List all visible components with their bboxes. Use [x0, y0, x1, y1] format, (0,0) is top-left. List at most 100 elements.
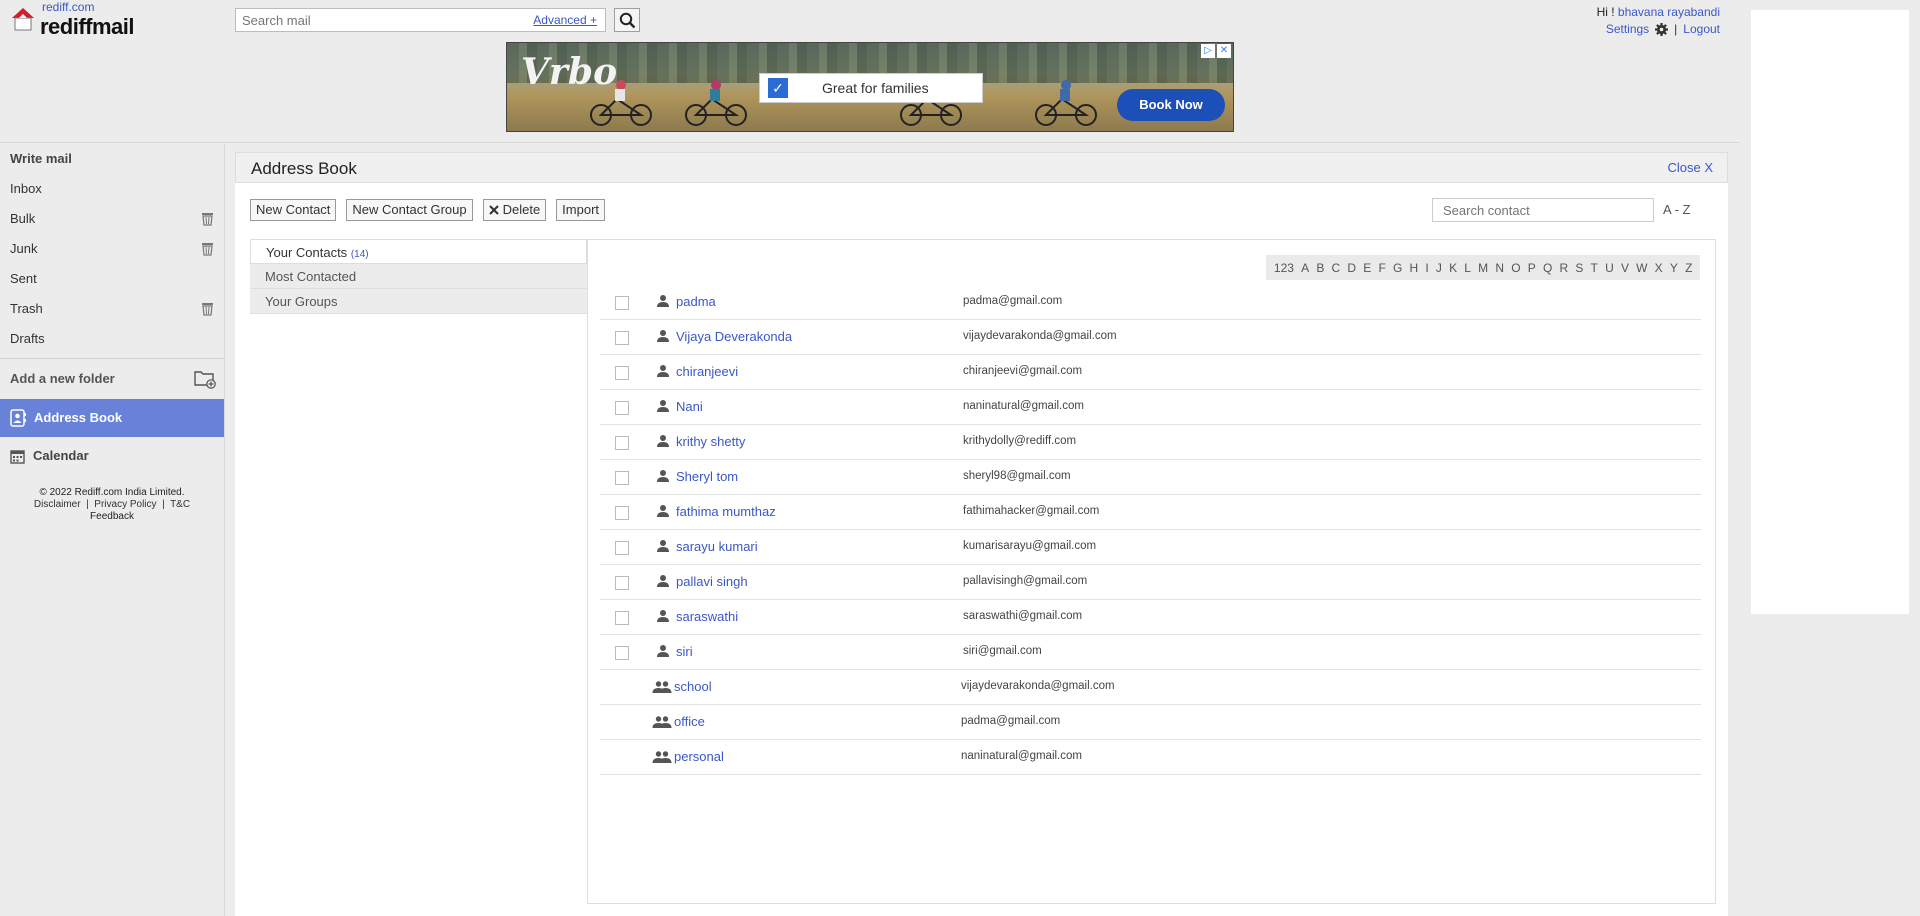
alphabet-letter[interactable]: Z: [1681, 261, 1696, 275]
contact-row[interactable]: saraswathi saraswathi@gmail.com: [600, 600, 1701, 635]
alphabet-letter[interactable]: U: [1601, 261, 1617, 275]
alphabet-letter[interactable]: X: [1651, 261, 1666, 275]
contact-checkbox[interactable]: [615, 646, 629, 660]
alphabet-letter[interactable]: 123: [1270, 261, 1297, 275]
feedback-link[interactable]: Feedback: [0, 511, 224, 523]
write-mail-link[interactable]: Write mail: [0, 144, 224, 174]
sidebar-item-drafts[interactable]: Drafts: [0, 324, 224, 354]
close-ad-icon[interactable]: ✕: [1217, 44, 1231, 58]
contact-checkbox[interactable]: [615, 366, 629, 380]
contact-name-link[interactable]: Nani: [676, 399, 703, 414]
list-most-contacted[interactable]: Most Contacted: [250, 264, 587, 289]
contact-row[interactable]: Vijaya Deverakonda vijaydevarakonda@gmail…: [600, 320, 1701, 355]
contact-row[interactable]: pallavi singh pallavisingh@gmail.com: [600, 565, 1701, 600]
contact-name-link[interactable]: Vijaya Deverakonda: [676, 329, 792, 344]
alphabet-letter[interactable]: L: [1461, 261, 1475, 275]
contact-row[interactable]: padma padma@gmail.com: [600, 285, 1701, 320]
alphabet-letter[interactable]: B: [1313, 261, 1328, 275]
rediff-home-link[interactable]: rediff.com: [42, 0, 94, 14]
close-address-book-link[interactable]: Close X: [1667, 160, 1713, 175]
ad-banner[interactable]: Vrbo ✓ Great for families Book Now ▷ ✕: [506, 42, 1234, 132]
add-folder-icon[interactable]: [194, 369, 216, 389]
ad-choices[interactable]: ▷ ✕: [1201, 44, 1231, 58]
sidebar-item-bulk[interactable]: Bulk: [0, 204, 224, 234]
contact-row[interactable]: siri siri@gmail.com: [600, 635, 1701, 670]
alphabet-letter[interactable]: N: [1492, 261, 1508, 275]
alphabet-letter[interactable]: W: [1633, 261, 1652, 275]
contact-name-link[interactable]: sarayu kumari: [676, 539, 758, 554]
contact-name-link[interactable]: siri: [676, 644, 693, 659]
disclaimer-link[interactable]: Disclaimer: [34, 499, 81, 510]
sort-a-z-toggle[interactable]: A - Z: [1663, 202, 1690, 217]
group-name-link[interactable]: school: [674, 679, 712, 694]
alphabet-letter[interactable]: J: [1432, 261, 1445, 275]
alphabet-letter[interactable]: F: [1375, 261, 1390, 275]
alphabet-letter[interactable]: M: [1475, 261, 1492, 275]
alphabet-letter[interactable]: S: [1572, 261, 1587, 275]
alphabet-letter[interactable]: V: [1617, 261, 1632, 275]
sidebar-item-trash[interactable]: Trash: [0, 294, 224, 324]
contact-name-link[interactable]: krithy shetty: [676, 434, 745, 449]
ad-book-now-button[interactable]: Book Now: [1117, 89, 1225, 121]
alphabet-letter[interactable]: D: [1344, 261, 1360, 275]
group-name-link[interactable]: office: [674, 714, 705, 729]
empty-trash-icon[interactable]: [201, 212, 214, 226]
alphabet-letter[interactable]: Q: [1539, 261, 1556, 275]
privacy-policy-link[interactable]: Privacy Policy: [94, 499, 156, 510]
advanced-search-link[interactable]: Advanced +: [533, 13, 597, 27]
adchoices-icon[interactable]: ▷: [1201, 44, 1215, 58]
list-your-groups[interactable]: Your Groups: [250, 289, 587, 314]
contact-checkbox[interactable]: [615, 331, 629, 345]
contact-row[interactable]: Sheryl tom sheryl98@gmail.com: [600, 460, 1701, 495]
alphabet-letter[interactable]: O: [1508, 261, 1525, 275]
contact-row[interactable]: fathima mumthaz fathimahacker@gmail.com: [600, 495, 1701, 530]
alphabet-letter[interactable]: T: [1587, 261, 1602, 275]
contact-checkbox[interactable]: [615, 506, 629, 520]
contact-row[interactable]: Nani naninatural@gmail.com: [600, 390, 1701, 425]
sidebar-item-calendar[interactable]: Calendar: [0, 437, 224, 475]
contact-name-link[interactable]: pallavi singh: [676, 574, 748, 589]
alphabet-letter[interactable]: K: [1446, 261, 1461, 275]
alphabet-letter[interactable]: G: [1389, 261, 1406, 275]
contact-row[interactable]: krithy shetty krithydolly@rediff.com: [600, 425, 1701, 460]
alphabet-letter[interactable]: P: [1524, 261, 1539, 275]
sidebar-item-sent[interactable]: Sent: [0, 264, 224, 294]
new-contact-button[interactable]: New Contact: [250, 199, 337, 221]
contact-checkbox[interactable]: [615, 296, 629, 310]
rediffmail-logo[interactable]: rediff.com rediffmail: [8, 0, 148, 40]
mail-search-input[interactable]: [236, 9, 516, 31]
delete-button[interactable]: Delete: [482, 199, 547, 221]
search-button[interactable]: [614, 8, 640, 32]
import-button[interactable]: Import: [556, 199, 606, 221]
user-name-link[interactable]: bhavana rayabandi: [1618, 5, 1720, 19]
settings-link[interactable]: Settings: [1606, 21, 1649, 38]
new-contact-group-button[interactable]: New Contact Group: [346, 199, 473, 221]
sidebar-item-junk[interactable]: Junk: [0, 234, 224, 264]
contact-name-link[interactable]: padma: [676, 294, 716, 309]
contact-checkbox[interactable]: [615, 541, 629, 555]
logout-link[interactable]: Logout: [1683, 21, 1720, 38]
terms-link[interactable]: T&C: [170, 499, 190, 510]
contact-checkbox[interactable]: [615, 401, 629, 415]
add-folder-link[interactable]: Add a new folder: [0, 358, 224, 399]
gear-icon[interactable]: [1655, 23, 1669, 36]
contact-search-input[interactable]: [1433, 199, 1653, 221]
contact-row[interactable]: chiranjeevi chiranjeevi@gmail.com: [600, 355, 1701, 390]
contact-name-link[interactable]: Sheryl tom: [676, 469, 738, 484]
contact-checkbox[interactable]: [615, 471, 629, 485]
sidebar-item-address-book[interactable]: Address Book: [0, 399, 224, 437]
alphabet-letter[interactable]: Y: [1666, 261, 1681, 275]
alphabet-letter[interactable]: I: [1422, 261, 1433, 275]
contact-row[interactable]: sarayu kumari kumarisarayu@gmail.com: [600, 530, 1701, 565]
alphabet-letter[interactable]: E: [1360, 261, 1375, 275]
empty-trash-icon[interactable]: [201, 242, 214, 256]
group-row[interactable]: school vijaydevarakonda@gmail.com: [600, 670, 1701, 705]
alphabet-letter[interactable]: R: [1556, 261, 1572, 275]
alphabet-letter[interactable]: C: [1328, 261, 1344, 275]
contact-checkbox[interactable]: [615, 611, 629, 625]
sidebar-item-inbox[interactable]: Inbox: [0, 174, 224, 204]
contact-name-link[interactable]: saraswathi: [676, 609, 738, 624]
alphabet-letter[interactable]: A: [1298, 261, 1313, 275]
empty-trash-icon[interactable]: [201, 302, 214, 316]
contact-checkbox[interactable]: [615, 436, 629, 450]
